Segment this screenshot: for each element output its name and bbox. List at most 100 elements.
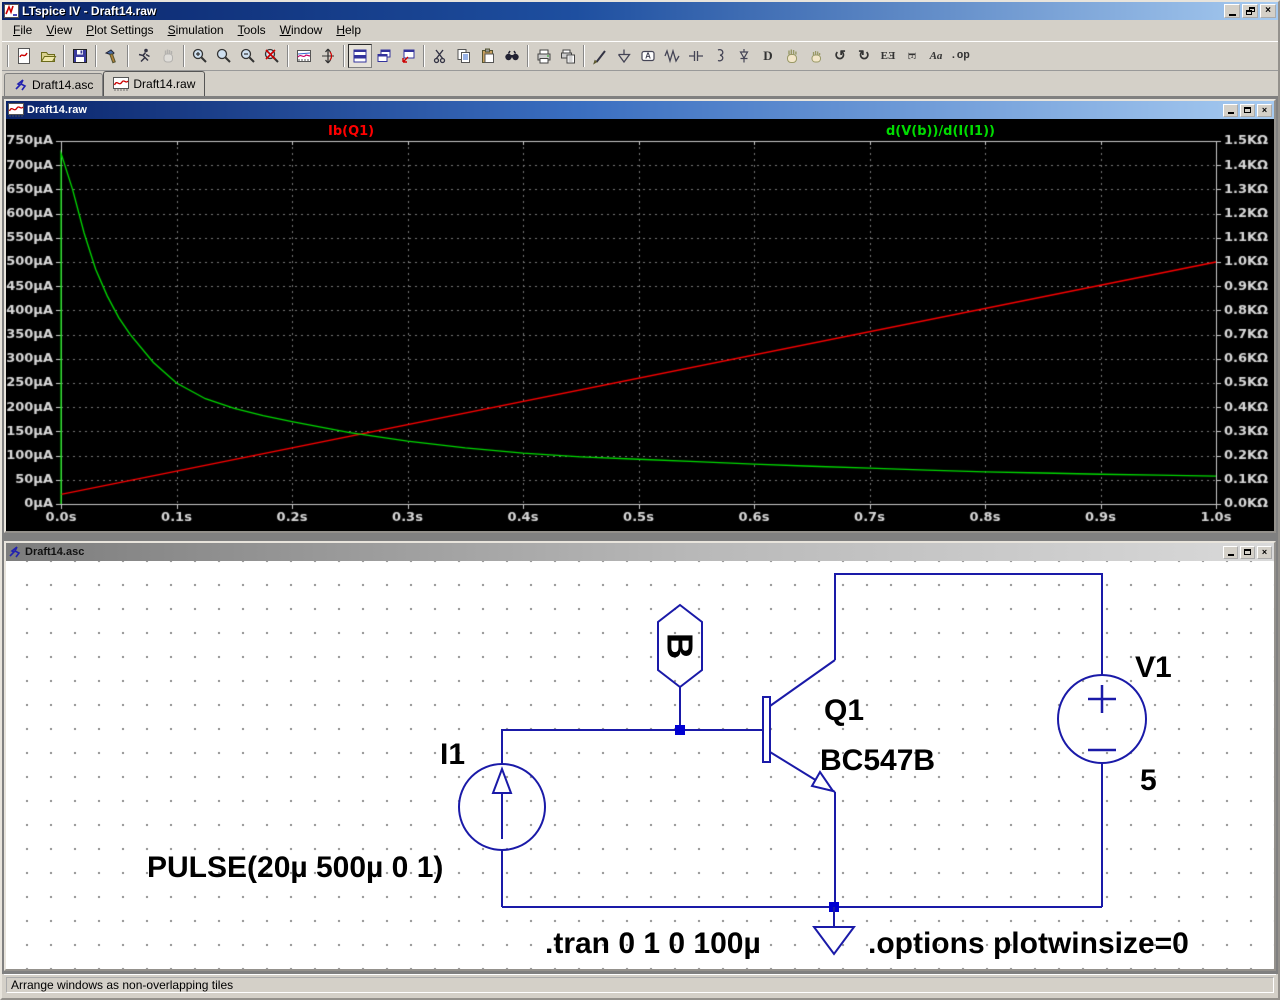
halt-button[interactable] (156, 44, 180, 68)
resistor-button[interactable] (660, 44, 684, 68)
capacitor-button[interactable] (684, 44, 708, 68)
zoom-out-icon (240, 48, 255, 63)
rotate-icon: E (906, 52, 918, 60)
tile-horizontal-button[interactable] (348, 44, 372, 68)
v1-value-label[interactable]: 5 (1140, 764, 1157, 797)
current-source-i1[interactable]: I1 PULSE(20µ 500µ 0 1) (147, 738, 546, 884)
diode-button[interactable] (732, 44, 756, 68)
trace-label-dvdi[interactable]: d(V(b))/d(I(I1)) (886, 124, 995, 139)
control-panel-button[interactable] (100, 44, 124, 68)
transistor-q1[interactable]: Q1 BC547B (762, 659, 935, 793)
spice-directive-button[interactable]: .op (948, 44, 972, 68)
menu-file[interactable]: File (6, 21, 39, 39)
q1-base-bar (762, 696, 771, 763)
text-icon: Aa (929, 50, 943, 62)
save-button[interactable] (68, 44, 92, 68)
minimize-icon (1227, 554, 1234, 556)
drag-button[interactable] (804, 44, 828, 68)
print-button[interactable] (532, 44, 556, 68)
new-schematic-button[interactable] (12, 44, 36, 68)
status-text: Arrange windows as non-overlapping tiles (6, 977, 1274, 993)
label-net-button[interactable]: A (636, 44, 660, 68)
waveform-canvas[interactable] (6, 119, 1274, 531)
minimize-icon (1227, 112, 1234, 114)
redo-button[interactable]: ↻ (852, 44, 876, 68)
ground-symbol[interactable] (812, 907, 856, 956)
zoom-box-button[interactable] (212, 44, 236, 68)
zoom-full-extents-button[interactable] (260, 44, 284, 68)
ltspice-window: LTspice IV - Draft14.raw × File View Plo… (0, 0, 1280, 1000)
run-button[interactable] (132, 44, 156, 68)
open-button[interactable] (36, 44, 60, 68)
i1-value-label[interactable]: PULSE(20µ 500µ 0 1) (147, 851, 443, 884)
new-schematic-icon (18, 48, 30, 64)
zoom-in-button[interactable] (188, 44, 212, 68)
redo-icon: ↻ (858, 48, 870, 64)
cut-button[interactable] (428, 44, 452, 68)
cascade-button[interactable] (372, 44, 396, 68)
move-button[interactable] (780, 44, 804, 68)
maximize-icon (1244, 107, 1251, 113)
plot-settings-button[interactable] (292, 44, 316, 68)
tab-draft14-raw[interactable]: Draft14.raw (103, 71, 206, 96)
net-port-b[interactable]: B (657, 603, 703, 689)
menu-tools[interactable]: Tools (231, 21, 273, 39)
undo-icon: ↺ (834, 48, 846, 64)
inductor-button[interactable] (708, 44, 732, 68)
menu-simulation[interactable]: Simulation (161, 21, 231, 39)
tile-vertical-button[interactable] (396, 44, 420, 68)
autorange-y-button[interactable] (316, 44, 340, 68)
menu-view[interactable]: View (39, 21, 79, 39)
voltage-source-v1[interactable]: V1 5 (1057, 651, 1172, 797)
minimize-button[interactable] (1223, 545, 1238, 559)
rotate-button[interactable]: E (900, 44, 924, 68)
schematic-canvas[interactable]: I1 PULSE(20µ 500µ 0 1) B Q1 BC547B V1 5 … (6, 561, 1274, 969)
wire-button[interactable] (588, 44, 612, 68)
close-button[interactable]: × (1260, 4, 1276, 18)
net-label-b[interactable]: B (660, 633, 701, 659)
waveform-window-titlebar[interactable]: Draft14.raw × (6, 101, 1274, 119)
trace-label-ib-q1[interactable]: Ib(Q1) (328, 124, 374, 139)
maximize-button[interactable] (1240, 103, 1255, 117)
directive-tran[interactable]: .tran 0 1 0 100µ (545, 927, 761, 960)
tab-draft14-asc[interactable]: Draft14.asc (4, 73, 104, 96)
menu-window[interactable]: Window (273, 21, 330, 39)
restore-button[interactable] (1242, 4, 1258, 18)
q1-name-label[interactable]: Q1 (824, 694, 864, 727)
q1-value-label[interactable]: BC547B (820, 744, 935, 777)
undo-button[interactable]: ↺ (828, 44, 852, 68)
wire-base[interactable] (501, 729, 763, 764)
menu-plot-settings[interactable]: Plot Settings (79, 21, 160, 39)
minimize-button[interactable] (1223, 103, 1238, 117)
close-button[interactable]: × (1257, 103, 1272, 117)
main-titlebar[interactable]: LTspice IV - Draft14.raw × (2, 2, 1278, 20)
copy-button[interactable] (452, 44, 476, 68)
paste-button[interactable] (476, 44, 500, 68)
toolbar-separator (127, 45, 129, 67)
autorange-y-icon (322, 48, 334, 64)
find-button[interactable] (500, 44, 524, 68)
zoom-out-button[interactable] (236, 44, 260, 68)
schematic-window-titlebar[interactable]: Draft14.asc × (6, 543, 1274, 561)
ground-button[interactable] (612, 44, 636, 68)
maximize-button[interactable] (1240, 545, 1255, 559)
find-icon (505, 50, 519, 61)
print-preview-button[interactable] (556, 44, 580, 68)
component-button[interactable]: D (756, 44, 780, 68)
i1-name-label[interactable]: I1 (440, 738, 465, 771)
close-button[interactable]: × (1257, 545, 1272, 559)
svg-text:A: A (645, 52, 651, 61)
schematic-wires[interactable] (501, 573, 1103, 908)
waveform-plot-area[interactable]: Ib(Q1) d(V(b))/d(I(I1)) (6, 119, 1274, 531)
menu-help[interactable]: Help (329, 21, 368, 39)
mirror-button[interactable]: EƎ (876, 44, 900, 68)
schematic-window-title: Draft14.asc (25, 546, 85, 558)
text-button[interactable]: Aa (924, 44, 948, 68)
v1-name-label[interactable]: V1 (1135, 651, 1172, 684)
toolbar-separator (423, 45, 425, 67)
minimize-button[interactable] (1224, 4, 1240, 18)
close-icon: × (1261, 546, 1268, 557)
wire-collector[interactable] (834, 573, 1103, 675)
tile-horizontal-icon (353, 49, 367, 63)
directive-options[interactable]: .options plotwinsize=0 (868, 927, 1189, 960)
